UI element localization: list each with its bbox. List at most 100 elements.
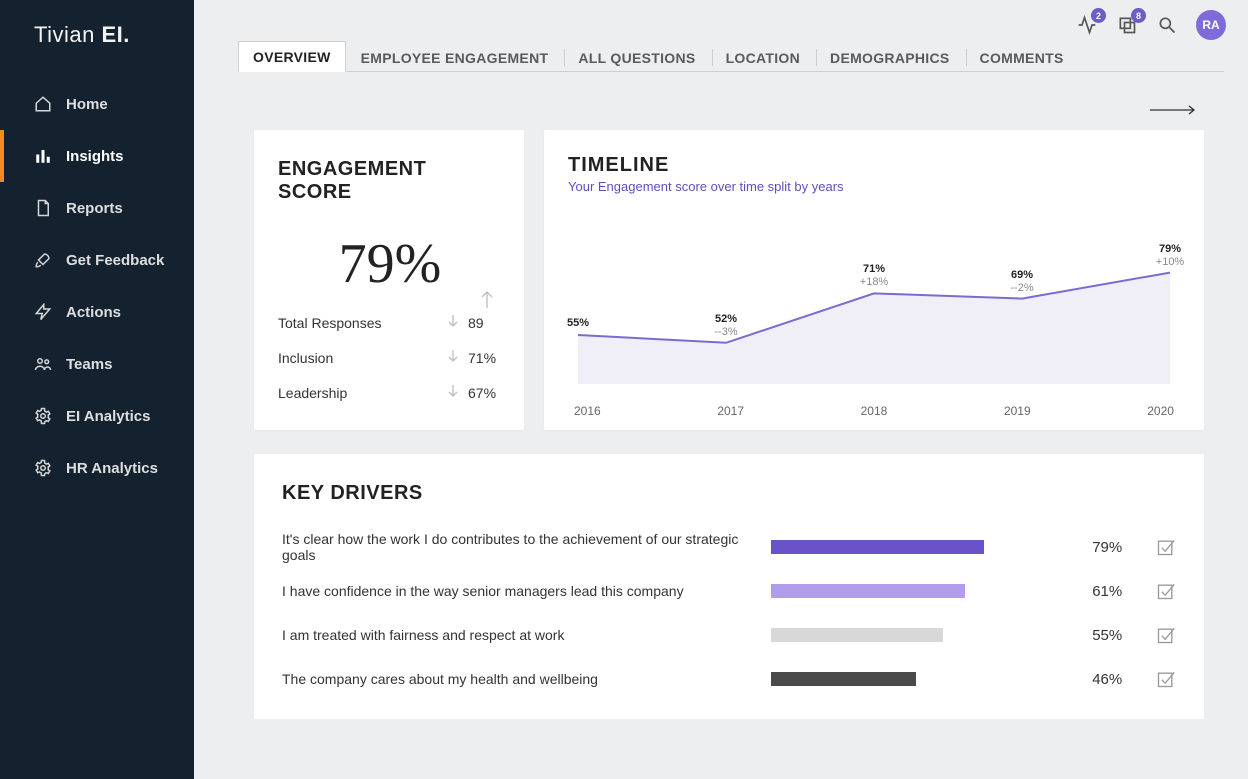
sidebar-item-label: Reports [66, 200, 123, 217]
driver-row: I am treated with fairness and respect a… [282, 613, 1176, 657]
driver-bar [771, 672, 916, 686]
driver-row: I have confidence in the way senior mana… [282, 569, 1176, 613]
driver-checkbox[interactable] [1140, 581, 1176, 601]
tab-comments[interactable]: COMMENTS [965, 42, 1079, 72]
driver-label: I am treated with fairness and respect a… [282, 627, 771, 643]
metric-row: Total Responses89 [278, 314, 502, 331]
chart-x-label: 2017 [717, 404, 744, 418]
driver-percent: 61% [1040, 583, 1140, 600]
cards-row: ENGAGEMENT SCORE 79% Total Responses89In… [214, 130, 1228, 430]
brand-text-b: EI. [101, 22, 129, 47]
sidebar-item-ei-analytics[interactable]: EI Analytics [0, 390, 194, 442]
driver-bar [771, 540, 984, 554]
sidebar-item-reports[interactable]: Reports [0, 182, 194, 234]
sidebar-item-label: HR Analytics [66, 460, 158, 477]
sidebar-nav: Home Insights Reports Get Feedback Actions Te… [0, 78, 194, 494]
driver-percent: 79% [1040, 539, 1140, 556]
metric-label: Total Responses [278, 315, 448, 331]
home-icon [34, 95, 52, 113]
sidebar-item-label: Teams [66, 356, 112, 373]
driver-label: I have confidence in the way senior mana… [282, 583, 771, 599]
tab-overview[interactable]: OVERVIEW [238, 41, 346, 72]
arrow-up-icon [480, 260, 494, 324]
sidebar-item-actions[interactable]: Actions [0, 286, 194, 338]
timeline-x-labels: 2016 2017 2018 2019 2020 [568, 404, 1180, 418]
expand-arrow[interactable] [1150, 104, 1198, 116]
driver-bar-track [771, 584, 1040, 598]
arrow-down-icon [448, 384, 458, 401]
driver-bar [771, 628, 943, 642]
driver-bar [771, 584, 965, 598]
chart-x-label: 2018 [861, 404, 888, 418]
driver-row: It's clear how the work I do contributes… [282, 525, 1176, 569]
arrow-down-icon [448, 349, 458, 366]
topbar: 2 8 RA [1076, 10, 1226, 40]
metric-row: Leadership 67% [278, 384, 502, 401]
windows-icon[interactable]: 8 [1116, 14, 1138, 36]
chart-point-label: 52%--3% [714, 313, 737, 339]
avatar-initials: RA [1202, 18, 1219, 32]
driver-bar-track [771, 628, 1040, 642]
sidebar-item-label: Home [66, 96, 108, 113]
timeline-chart: 55%52%--3%71%+18%69%--2%79%+10% [568, 204, 1180, 404]
sidebar-item-home[interactable]: Home [0, 78, 194, 130]
main-content: OVERVIEWEMPLOYEE ENGAGEMENTALL QUESTIONS… [194, 0, 1248, 779]
chart-point-label: 69%--2% [1010, 269, 1033, 295]
tab-demographics[interactable]: DEMOGRAPHICS [815, 42, 965, 72]
sidebar-item-insights[interactable]: Insights [0, 130, 194, 182]
sidebar: Tivian EI. Home Insights Reports Get Feedba… [0, 0, 194, 779]
sidebar-item-get-feedback[interactable]: Get Feedback [0, 234, 194, 286]
driver-checkbox[interactable] [1140, 625, 1176, 645]
people-icon [34, 355, 52, 373]
chart-point-label: 55% [567, 317, 589, 330]
arrow-down-icon [448, 314, 458, 331]
brand-text-a: Tivian [34, 22, 101, 47]
driver-bar-track [771, 672, 1040, 686]
chart-x-label: 2020 [1147, 404, 1174, 418]
search-icon[interactable] [1156, 14, 1178, 36]
engagement-metrics: Total Responses89 Inclusion 71% Leadership 6… [278, 314, 502, 401]
doc-icon [34, 199, 52, 217]
sidebar-item-label: EI Analytics [66, 408, 150, 425]
driver-percent: 55% [1040, 627, 1140, 644]
metric-value: 67% [468, 385, 502, 401]
chart-x-label: 2016 [574, 404, 601, 418]
driver-bar-track [771, 540, 1040, 554]
chart-point-label: 71%+18% [860, 263, 888, 289]
key-drivers-rows: It's clear how the work I do contributes… [282, 525, 1176, 701]
driver-label: The company cares about my health and we… [282, 671, 771, 687]
tab-employee-engagement[interactable]: EMPLOYEE ENGAGEMENT [346, 42, 564, 72]
bolt-icon [34, 303, 52, 321]
timeline-title: TIMELINE [568, 154, 1180, 177]
card-key-drivers: KEY DRIVERS It's clear how the work I do… [254, 454, 1204, 719]
gear-icon [34, 459, 52, 477]
driver-checkbox[interactable] [1140, 537, 1176, 557]
engagement-score-value: 79% [339, 233, 442, 295]
activity-icon[interactable]: 2 [1076, 14, 1098, 36]
brand-logo: Tivian EI. [0, 0, 194, 78]
timeline-subtitle: Your Engagement score over time split by… [568, 179, 1180, 194]
tab-location[interactable]: LOCATION [711, 42, 815, 72]
engagement-big-score: 79% [278, 232, 502, 296]
driver-row: The company cares about my health and we… [282, 657, 1176, 701]
sidebar-item-label: Actions [66, 304, 121, 321]
chart-point-label: 79%+10% [1156, 243, 1184, 269]
metric-label: Inclusion [278, 350, 448, 366]
driver-percent: 46% [1040, 671, 1140, 688]
activity-badge: 2 [1091, 8, 1106, 23]
avatar[interactable]: RA [1196, 10, 1226, 40]
driver-label: It's clear how the work I do contributes… [282, 531, 771, 563]
metric-value: 71% [468, 350, 502, 366]
metric-label: Leadership [278, 385, 448, 401]
tab-all-questions[interactable]: ALL QUESTIONS [563, 42, 710, 72]
gear-icon [34, 407, 52, 425]
card-timeline: TIMELINE Your Engagement score over time… [544, 130, 1204, 430]
sidebar-item-teams[interactable]: Teams [0, 338, 194, 390]
chart-x-label: 2019 [1004, 404, 1031, 418]
app-root: Tivian EI. Home Insights Reports Get Feedba… [0, 0, 1248, 779]
metric-row: Inclusion 71% [278, 349, 502, 366]
sidebar-item-label: Insights [66, 148, 124, 165]
driver-checkbox[interactable] [1140, 669, 1176, 689]
sidebar-item-hr-analytics[interactable]: HR Analytics [0, 442, 194, 494]
key-drivers-title: KEY DRIVERS [282, 482, 1176, 505]
